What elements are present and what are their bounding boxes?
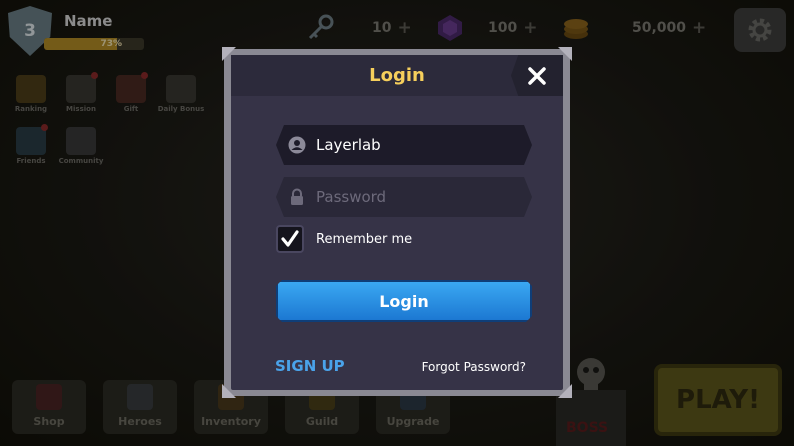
- lock-icon: [288, 188, 306, 206]
- remember-me-label: Remember me: [316, 231, 413, 247]
- login-button[interactable]: Login: [276, 280, 532, 322]
- dialog-header: Login: [231, 55, 563, 96]
- sign-up-link[interactable]: SIGN UP: [275, 357, 345, 375]
- login-button-label: Login: [379, 291, 429, 311]
- remember-me-checkbox[interactable]: [276, 225, 304, 253]
- username-input[interactable]: [316, 125, 516, 165]
- checkmark-icon: [281, 230, 299, 247]
- user-icon: [288, 136, 306, 154]
- login-dialog: Login Layerlab Remember me Login SIGN UP…: [222, 47, 572, 398]
- forgot-password-link[interactable]: Forgot Password?: [422, 360, 526, 374]
- remember-me-row[interactable]: Remember me: [276, 225, 412, 253]
- password-field[interactable]: [276, 177, 532, 217]
- password-input[interactable]: [316, 177, 516, 217]
- login-panel: Login Layerlab Remember me Login SIGN UP…: [231, 55, 563, 390]
- username-field[interactable]: [276, 125, 532, 165]
- close-button[interactable]: [511, 55, 563, 96]
- close-icon: [528, 66, 546, 85]
